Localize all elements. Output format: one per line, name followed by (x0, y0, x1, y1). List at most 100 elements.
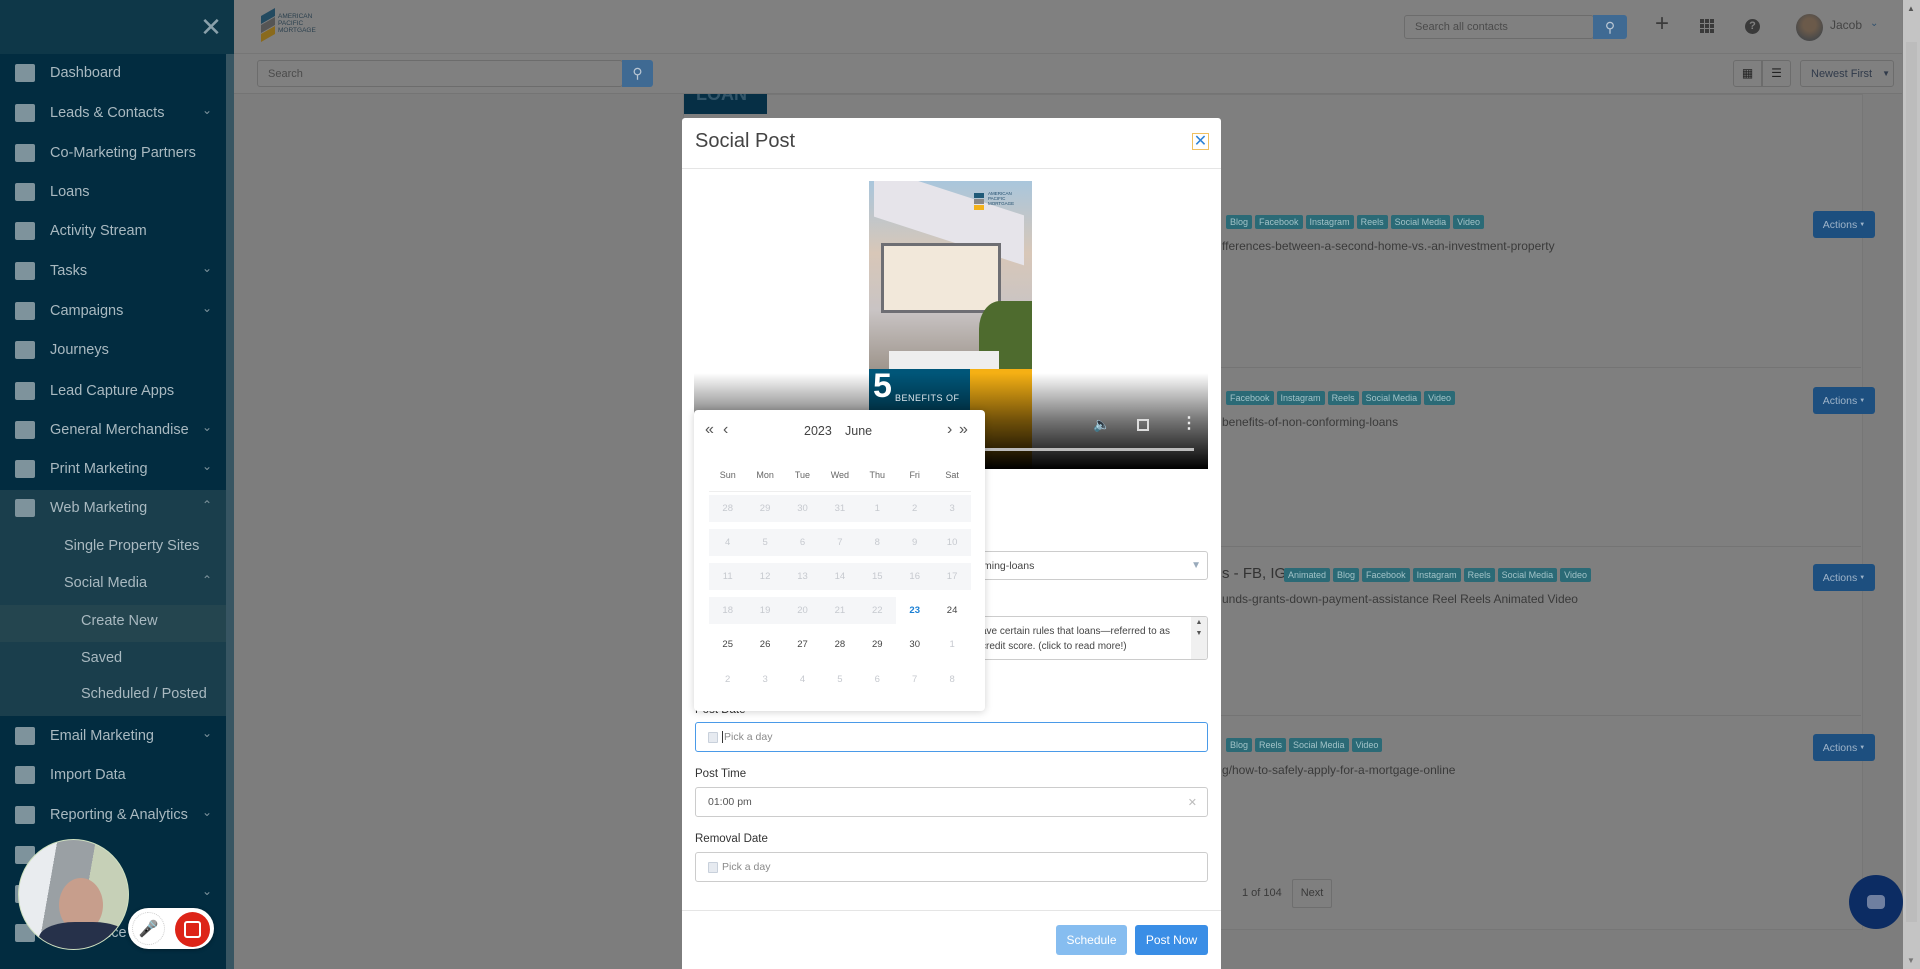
stop-recording-button[interactable] (175, 912, 210, 947)
chevron-up-icon[interactable]: ⌃ (202, 498, 212, 512)
next-year-button[interactable]: » (959, 421, 968, 439)
sidebar-item-leads-contacts[interactable]: Leads & Contacts ⌄ (0, 93, 226, 132)
calendar-day[interactable]: 2 (709, 666, 746, 693)
next-month-button[interactable]: › (947, 421, 952, 439)
microphone-icon[interactable]: 🎤 (132, 912, 165, 945)
add-icon[interactable]: + (1655, 10, 1669, 38)
removal-date-input[interactable]: Pick a day (695, 852, 1208, 882)
row-url[interactable]: g/how-to-safely-apply-for-a-mortgage-onl… (1222, 763, 1455, 777)
calendar-day[interactable]: 5 (821, 666, 858, 693)
chevron-down-icon[interactable]: ⌄ (202, 884, 212, 898)
chevron-down-icon[interactable]: ⌄ (202, 726, 212, 740)
post-now-button[interactable]: Post Now (1135, 925, 1208, 955)
chat-button[interactable] (1849, 875, 1903, 929)
close-sidebar-icon[interactable]: ✕ (196, 12, 226, 42)
tag: Social Media (1497, 568, 1558, 582)
clear-icon[interactable]: ✕ (1188, 796, 1197, 809)
apps-grid-icon[interactable] (1700, 19, 1714, 33)
more-options-icon[interactable]: ⋮ (1181, 413, 1197, 433)
page-scrollbar[interactable]: ▲ ▼ (1903, 0, 1920, 969)
calendar-day[interactable]: 26 (746, 631, 783, 658)
sidebar-item-activity-stream[interactable]: Activity Stream (0, 211, 226, 250)
calendar-day[interactable]: 3 (746, 666, 783, 693)
contact-search-button[interactable]: ⚲ (1593, 15, 1627, 39)
sidebar-item-email-marketing[interactable]: Email Marketing ⌄ (0, 716, 226, 755)
scroll-down-icon[interactable]: ▼ (1907, 956, 1915, 965)
sidebar-item-loans[interactable]: Loans (0, 172, 226, 211)
chevron-down-icon[interactable]: ⌄ (202, 261, 212, 275)
prev-month-button[interactable]: ‹ (723, 421, 728, 439)
actions-dropdown-button[interactable]: Actions ▼ (1813, 211, 1875, 238)
sidebar-item-co-marketing-partners[interactable]: Co-Marketing Partners (0, 133, 226, 172)
actions-dropdown-button[interactable]: Actions ▼ (1813, 387, 1875, 414)
sort-select[interactable]: Newest First ▼ (1800, 60, 1894, 87)
sidebar-item-scheduled-posted[interactable]: Scheduled / Posted (0, 674, 226, 713)
calendar-month[interactable]: June (845, 424, 872, 438)
calendar-day[interactable]: 7 (896, 666, 933, 693)
sidebar-item-saved[interactable]: Saved (0, 638, 226, 677)
row-url[interactable]: benefits-of-non-conforming-loans (1222, 415, 1398, 429)
post-select[interactable]: ming-loans ▼ (970, 551, 1208, 580)
next-page-button[interactable]: Next (1292, 879, 1332, 908)
sidebar-item-general-merchandise[interactable]: General Merchandise ⌄ (0, 410, 226, 449)
sidebar-item-import-data[interactable]: Import Data (0, 755, 226, 794)
chevron-down-icon[interactable]: ⌄ (202, 805, 212, 819)
sidebar-item-create-new[interactable]: Create New (0, 601, 226, 640)
chevron-up-icon[interactable]: ⌃ (202, 573, 212, 587)
calendar-day[interactable]: 4 (784, 666, 821, 693)
contact-search-input[interactable]: Search all contacts (1404, 15, 1594, 39)
chevron-down-icon[interactable]: ⌄ (202, 103, 212, 117)
sidebar-item-social-media[interactable]: Social Media ⌃ (0, 563, 226, 602)
sidebar-item-web-marketing[interactable]: Web Marketing ⌃ (0, 488, 226, 527)
sidebar-item-journeys[interactable]: Journeys (0, 330, 226, 369)
calendar-day[interactable]: 6 (859, 666, 896, 693)
calendar-day[interactable]: 30 (896, 631, 933, 658)
chevron-down-icon[interactable]: ⌄ (202, 420, 212, 434)
calendar-day[interactable]: 25 (709, 631, 746, 658)
post-date-input[interactable]: Pick a day (695, 722, 1208, 752)
row-url[interactable]: fferences-between-a-second-home-vs.-an-i… (1222, 239, 1555, 253)
chevron-down-icon[interactable]: ⌄ (202, 459, 212, 473)
calendar-year[interactable]: 2023 (804, 424, 832, 438)
actions-dropdown-button[interactable]: Actions ▼ (1813, 564, 1875, 591)
help-icon[interactable]: ? (1745, 19, 1760, 34)
calendar-day-today[interactable]: 23 (896, 597, 933, 624)
calendar-day[interactable]: 27 (784, 631, 821, 658)
calendar-day[interactable]: 8 (933, 666, 970, 693)
logo[interactable]: AMERICAN PACIFIC MORTGAGE (261, 7, 331, 44)
user-name[interactable]: Jacob (1830, 18, 1862, 32)
post-time-input[interactable]: 01:00 pm ✕ (695, 787, 1208, 817)
textarea-scrollbar[interactable]: ▲ ▼ (1191, 617, 1207, 659)
post-message-textarea[interactable]: ave certain rules that loans—referred to… (970, 616, 1208, 660)
chevron-down-icon[interactable]: ⌄ (202, 301, 212, 315)
sidebar-item-dashboard[interactable]: Dashboard (0, 53, 226, 92)
post-time-value: 01:00 pm (708, 796, 752, 808)
row-url[interactable]: unds-grants-down-payment-assistance Reel… (1222, 592, 1578, 606)
prev-year-button[interactable]: « (705, 421, 714, 439)
calendar-day[interactable]: 24 (933, 597, 970, 624)
close-modal-button[interactable]: ✕ (1192, 133, 1209, 150)
row-title[interactable]: s - FB, IG (1222, 565, 1286, 582)
calendar-day[interactable]: 29 (859, 631, 896, 658)
sidebar-item-print-marketing[interactable]: Print Marketing ⌄ (0, 449, 226, 488)
actions-dropdown-button[interactable]: Actions ▼ (1813, 734, 1875, 761)
search-input[interactable]: Search (257, 60, 623, 87)
avatar[interactable] (1796, 14, 1823, 41)
sidebar-item-single-property-sites[interactable]: Single Property Sites (0, 526, 226, 565)
schedule-button[interactable]: Schedule (1056, 925, 1127, 955)
sidebar-scrollbar[interactable] (226, 54, 234, 969)
search-button[interactable]: ⚲ (622, 60, 653, 87)
webcam-preview[interactable] (18, 839, 129, 950)
sidebar-item-tasks[interactable]: Tasks ⌄ (0, 251, 226, 290)
fullscreen-icon[interactable] (1137, 419, 1149, 431)
list-view-toggle[interactable]: ☰ (1762, 60, 1791, 87)
calendar-day[interactable]: 28 (821, 631, 858, 658)
calendar-day[interactable]: 1 (933, 631, 970, 658)
grid-view-toggle[interactable]: ▦ (1733, 60, 1762, 87)
scroll-up-icon[interactable]: ▲ (1907, 4, 1915, 13)
sidebar-item-campaigns[interactable]: Campaigns ⌄ (0, 291, 226, 330)
volume-icon[interactable]: 🔈 (1093, 416, 1110, 433)
sidebar-item-lead-capture-apps[interactable]: Lead Capture Apps (0, 371, 226, 410)
chevron-down-icon[interactable]: ⌄ (1870, 18, 1878, 29)
sidebar-item-reporting-analytics[interactable]: Reporting & Analytics ⌄ (0, 795, 226, 834)
